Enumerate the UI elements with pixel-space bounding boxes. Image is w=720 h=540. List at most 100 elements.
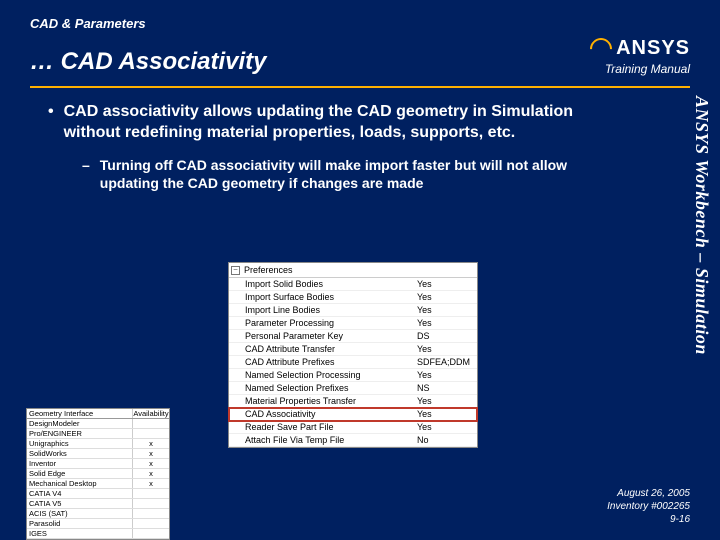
availability-row: CATIA V5 (27, 499, 169, 509)
bullet-dot-icon: • (48, 102, 54, 144)
availability-interface: SolidWorks (27, 449, 133, 458)
bullet-main: • CAD associativity allows updating the … (48, 102, 628, 144)
slide-footer: August 26, 2005 Inventory #002265 9-16 (607, 487, 690, 526)
availability-mark (133, 509, 169, 518)
sidebar-vertical-title: ANSYS Workbench – Simulation (691, 96, 712, 355)
availability-body: DesignModelerPro/ENGINEERUnigraphicsxSol… (27, 419, 169, 539)
ansys-swoosh-icon (586, 33, 617, 64)
preferences-value: Yes (417, 292, 475, 302)
availability-mark: x (133, 439, 169, 448)
preferences-value: Yes (417, 279, 475, 289)
preferences-panel: − Preferences Import Solid BodiesYesImpo… (228, 262, 478, 448)
preferences-key: Material Properties Transfer (245, 396, 417, 406)
title-row: … CAD Associativity ANSYS Training Manua… (30, 37, 690, 76)
preferences-value: Yes (417, 396, 475, 406)
availability-mark: x (133, 459, 169, 468)
availability-row: IGES (27, 529, 169, 539)
availability-mark (133, 419, 169, 428)
slide-header: CAD & Parameters … CAD Associativity ANS… (0, 0, 720, 80)
preferences-value: Yes (417, 344, 475, 354)
availability-interface: CATIA V4 (27, 489, 133, 498)
preferences-value: SDFEA;DDM (417, 357, 475, 367)
preferences-value: Yes (417, 409, 475, 419)
preferences-row[interactable]: Named Selection ProcessingYes (229, 369, 477, 382)
availability-interface: Parasolid (27, 519, 133, 528)
availability-interface: IGES (27, 529, 133, 538)
bullet-sub-text: Turning off CAD associativity will make … (100, 156, 622, 192)
availability-row: DesignModeler (27, 419, 169, 429)
availability-mark (133, 489, 169, 498)
preferences-key: CAD Associativity (245, 409, 417, 419)
section-label: CAD & Parameters (30, 16, 690, 31)
preferences-key: CAD Attribute Transfer (245, 344, 417, 354)
preferences-row[interactable]: Attach File Via Temp FileNo (229, 434, 477, 447)
preferences-key: Import Surface Bodies (245, 292, 417, 302)
preferences-row[interactable]: Material Properties TransferYes (229, 395, 477, 408)
preferences-key: CAD Attribute Prefixes (245, 357, 417, 367)
slide-content: • CAD associativity allows updating the … (0, 88, 720, 192)
preferences-value: Yes (417, 422, 475, 432)
tree-collapse-icon[interactable]: − (231, 266, 240, 275)
availability-header-interface: Geometry Interface (27, 409, 133, 418)
preferences-value: Yes (417, 318, 475, 328)
training-manual-label: Training Manual (590, 62, 690, 76)
preferences-body: Import Solid BodiesYesImport Surface Bod… (229, 278, 477, 447)
availability-interface: Unigraphics (27, 439, 133, 448)
preferences-key: Reader Save Part File (245, 422, 417, 432)
preferences-heading: Preferences (244, 265, 293, 275)
availability-header-row: Geometry Interface Availability (27, 409, 169, 419)
footer-date: August 26, 2005 (607, 487, 690, 500)
preferences-key: Import Solid Bodies (245, 279, 417, 289)
footer-page: 9-16 (607, 513, 690, 526)
availability-interface: Solid Edge (27, 469, 133, 478)
preferences-row[interactable]: Import Surface BodiesYes (229, 291, 477, 304)
availability-mark: x (133, 479, 169, 488)
availability-mark (133, 499, 169, 508)
availability-row: Solid Edgex (27, 469, 169, 479)
footer-inventory: Inventory #002265 (607, 500, 690, 513)
preferences-value: Yes (417, 370, 475, 380)
availability-mark (133, 529, 169, 538)
preferences-value: Yes (417, 305, 475, 315)
bullet-dash-icon: – (82, 156, 90, 192)
availability-interface: Mechanical Desktop (27, 479, 133, 488)
availability-row: Parasolid (27, 519, 169, 529)
preferences-row[interactable]: Named Selection PrefixesNS (229, 382, 477, 395)
preferences-row[interactable]: CAD AssociativityYes (229, 408, 477, 421)
preferences-value: No (417, 435, 475, 445)
availability-interface: Pro/ENGINEER (27, 429, 133, 438)
preferences-key: Parameter Processing (245, 318, 417, 328)
preferences-key: Named Selection Processing (245, 370, 417, 380)
preferences-key: Named Selection Prefixes (245, 383, 417, 393)
preferences-row[interactable]: CAD Attribute PrefixesSDFEA;DDM (229, 356, 477, 369)
availability-row: Mechanical Desktopx (27, 479, 169, 489)
availability-mark (133, 519, 169, 528)
preferences-key: Import Line Bodies (245, 305, 417, 315)
availability-interface: ACIS (SAT) (27, 509, 133, 518)
availability-row: ACIS (SAT) (27, 509, 169, 519)
preferences-heading-row[interactable]: − Preferences (229, 263, 477, 278)
preferences-value: NS (417, 383, 475, 393)
preferences-row[interactable]: Import Solid BodiesYes (229, 278, 477, 291)
availability-header-avail: Availability (133, 409, 169, 418)
availability-table: Geometry Interface Availability DesignMo… (26, 408, 170, 540)
bullet-sub: – Turning off CAD associativity will mak… (82, 156, 622, 192)
availability-mark: x (133, 469, 169, 478)
availability-row: SolidWorksx (27, 449, 169, 459)
ansys-logo: ANSYS (590, 37, 690, 60)
logo-area: ANSYS Training Manual (590, 37, 690, 76)
availability-row: Pro/ENGINEER (27, 429, 169, 439)
availability-row: Unigraphicsx (27, 439, 169, 449)
preferences-row[interactable]: CAD Attribute TransferYes (229, 343, 477, 356)
bullet-main-text: CAD associativity allows updating the CA… (64, 102, 628, 144)
availability-mark: x (133, 449, 169, 458)
preferences-row[interactable]: Parameter ProcessingYes (229, 317, 477, 330)
preferences-key: Personal Parameter Key (245, 331, 417, 341)
ansys-logo-text: ANSYS (616, 37, 690, 60)
availability-interface: DesignModeler (27, 419, 133, 428)
preferences-row[interactable]: Reader Save Part FileYes (229, 421, 477, 434)
availability-interface: Inventor (27, 459, 133, 468)
preferences-row[interactable]: Import Line BodiesYes (229, 304, 477, 317)
preferences-key: Attach File Via Temp File (245, 435, 417, 445)
preferences-row[interactable]: Personal Parameter KeyDS (229, 330, 477, 343)
